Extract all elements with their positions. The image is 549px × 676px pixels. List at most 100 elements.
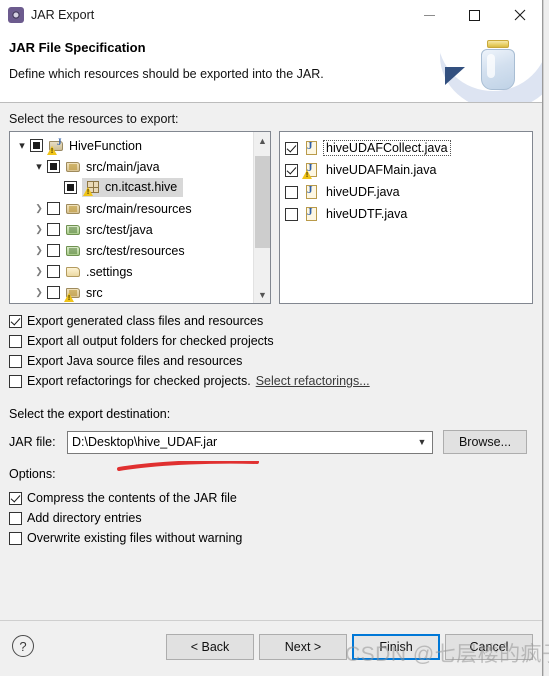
- jar-option-row[interactable]: Overwrite existing files without warning: [9, 528, 533, 548]
- java-file-icon: J: [302, 162, 319, 179]
- chevron-down-icon[interactable]: ▼: [412, 432, 432, 453]
- java-file-icon: J: [303, 140, 319, 156]
- export-option-label: Export all output folders for checked pr…: [27, 334, 274, 348]
- jar-file-label: JAR file:: [9, 435, 56, 449]
- export-option-checkbox[interactable]: [9, 354, 22, 368]
- jar-option-row[interactable]: Add directory entries: [9, 508, 533, 528]
- resource-selection-area: J HiveFunction src/main/java cn.itcast.hive…: [9, 131, 533, 304]
- wizard-banner: JAR File Specification Define which reso…: [0, 30, 542, 103]
- file-list-item[interactable]: JhiveUDAFMain.java: [285, 159, 532, 181]
- file-checkbox[interactable]: [285, 141, 298, 155]
- tree-item-label: src/test/java: [86, 222, 153, 237]
- tree-checkbox[interactable]: [30, 139, 43, 152]
- export-option-checkbox[interactable]: [9, 374, 22, 388]
- export-option-label: Export Java source files and resources: [27, 354, 243, 368]
- tree-checkbox[interactable]: [47, 265, 60, 278]
- tree-row[interactable]: src/main/java: [10, 156, 252, 177]
- scroll-down-icon[interactable]: ▼: [254, 286, 270, 303]
- maximize-button[interactable]: [452, 0, 497, 30]
- file-item-label: hiveUDTF.java: [326, 207, 408, 221]
- tree-checkbox[interactable]: [47, 223, 60, 236]
- jar-option-checkbox[interactable]: [9, 531, 22, 545]
- export-option-checkbox[interactable]: [9, 314, 22, 328]
- next-button[interactable]: Next >: [259, 634, 347, 660]
- file-list[interactable]: JhiveUDAFCollect.javaJhiveUDAFMain.javaJ…: [279, 131, 533, 304]
- file-item-label: hiveUDAFCollect.java: [326, 141, 448, 155]
- close-button[interactable]: [497, 0, 542, 30]
- select-refactorings-link[interactable]: Select refactorings...: [256, 374, 370, 388]
- finish-button[interactable]: Finish: [352, 634, 440, 660]
- dialog-footer: ? < Back Next > Finish Cancel: [0, 620, 542, 676]
- source-folder-icon: [65, 159, 81, 175]
- jar-file-row: JAR file: D:\Desktop\hive_UDAF.jar ▼ Bro…: [9, 430, 533, 471]
- tree-item-label: cn.itcast.hive: [105, 180, 178, 194]
- jar-export-dialog: JAR Export JAR File Specification Define…: [0, 0, 543, 676]
- tree-row[interactable]: src: [10, 282, 252, 303]
- minimize-button[interactable]: [407, 0, 452, 30]
- tree-item-label: src/test/resources: [86, 243, 185, 258]
- export-option-checkbox[interactable]: [9, 334, 22, 348]
- tree-item-label: src/main/resources: [86, 201, 192, 216]
- jar-option-label: Compress the contents of the JAR file: [27, 491, 237, 505]
- cancel-button[interactable]: Cancel: [445, 634, 533, 660]
- title-bar: JAR Export: [0, 0, 542, 30]
- tree-checkbox[interactable]: [47, 244, 60, 257]
- jar-option-checkbox[interactable]: [9, 491, 22, 505]
- scrollbar-thumb[interactable]: [255, 156, 270, 248]
- tree-item-label: src/main/java: [86, 159, 160, 174]
- resource-tree[interactable]: J HiveFunction src/main/java cn.itcast.hive…: [9, 131, 271, 304]
- chevron-right-icon[interactable]: [31, 224, 47, 235]
- tree-row[interactable]: cn.itcast.hive: [10, 177, 252, 198]
- chevron-down-icon[interactable]: [14, 139, 30, 152]
- file-list-item[interactable]: JhiveUDF.java: [285, 181, 532, 203]
- window-controls: [407, 0, 542, 30]
- help-icon[interactable]: ?: [12, 635, 34, 657]
- chevron-right-icon[interactable]: [31, 266, 47, 277]
- jar-file-combo[interactable]: D:\Desktop\hive_UDAF.jar ▼: [67, 430, 433, 454]
- back-button[interactable]: < Back: [166, 634, 254, 660]
- export-option-row[interactable]: Export Java source files and resources: [9, 351, 533, 371]
- tree-checkbox[interactable]: [64, 181, 77, 194]
- file-list-item[interactable]: JhiveUDAFCollect.java: [285, 137, 532, 159]
- java-file-icon: J: [303, 206, 319, 222]
- tree-item-label: src: [86, 285, 103, 300]
- export-option-row[interactable]: Export refactorings for checked projects…: [9, 371, 533, 391]
- source-folder-green-icon: [65, 243, 81, 259]
- tree-row[interactable]: src/test/java: [10, 219, 252, 240]
- export-option-label: Export refactorings for checked projects…: [27, 374, 251, 388]
- source-folder-icon: [65, 201, 81, 217]
- page-title: JAR File Specification: [9, 40, 146, 55]
- tree-checkbox[interactable]: [47, 160, 60, 173]
- tree-row[interactable]: .settings: [10, 261, 252, 282]
- page-description: Define which resources should be exporte…: [9, 67, 324, 81]
- chevron-right-icon[interactable]: [31, 203, 47, 214]
- tree-checkbox[interactable]: [47, 286, 60, 299]
- tree-row[interactable]: src/test/resources: [10, 240, 252, 261]
- folder-icon: [65, 264, 81, 280]
- tree-row[interactable]: J HiveFunction: [10, 135, 252, 156]
- chevron-down-icon[interactable]: [31, 160, 47, 173]
- file-item-label: hiveUDAFMain.java: [326, 163, 437, 177]
- jar-option-checkbox[interactable]: [9, 511, 22, 525]
- file-list-item[interactable]: JhiveUDTF.java: [285, 203, 532, 225]
- eclipse-export-icon: [8, 7, 24, 23]
- tree-row[interactable]: src/main/resources: [10, 198, 252, 219]
- chevron-right-icon[interactable]: [31, 245, 47, 256]
- project-icon: J: [47, 137, 64, 155]
- browse-button[interactable]: Browse...: [443, 430, 527, 454]
- jar-option-row[interactable]: Compress the contents of the JAR file: [9, 488, 533, 508]
- tree-vertical-scrollbar[interactable]: ▲ ▼: [253, 132, 270, 303]
- jar-option-label: Overwrite existing files without warning: [27, 531, 243, 545]
- chevron-right-icon[interactable]: [31, 287, 47, 298]
- jar-option-label: Add directory entries: [27, 511, 142, 525]
- jar-export-dialog-screen: JAR Export JAR File Specification Define…: [0, 0, 549, 676]
- scroll-up-icon[interactable]: ▲: [254, 132, 270, 149]
- package-icon: [83, 179, 100, 196]
- export-option-row[interactable]: Export all output folders for checked pr…: [9, 331, 533, 351]
- file-checkbox[interactable]: [285, 163, 298, 177]
- file-checkbox[interactable]: [285, 185, 298, 199]
- file-checkbox[interactable]: [285, 207, 298, 221]
- tree-checkbox[interactable]: [47, 202, 60, 215]
- export-option-row[interactable]: Export generated class files and resourc…: [9, 311, 533, 331]
- tree-item-label: .settings: [86, 264, 133, 279]
